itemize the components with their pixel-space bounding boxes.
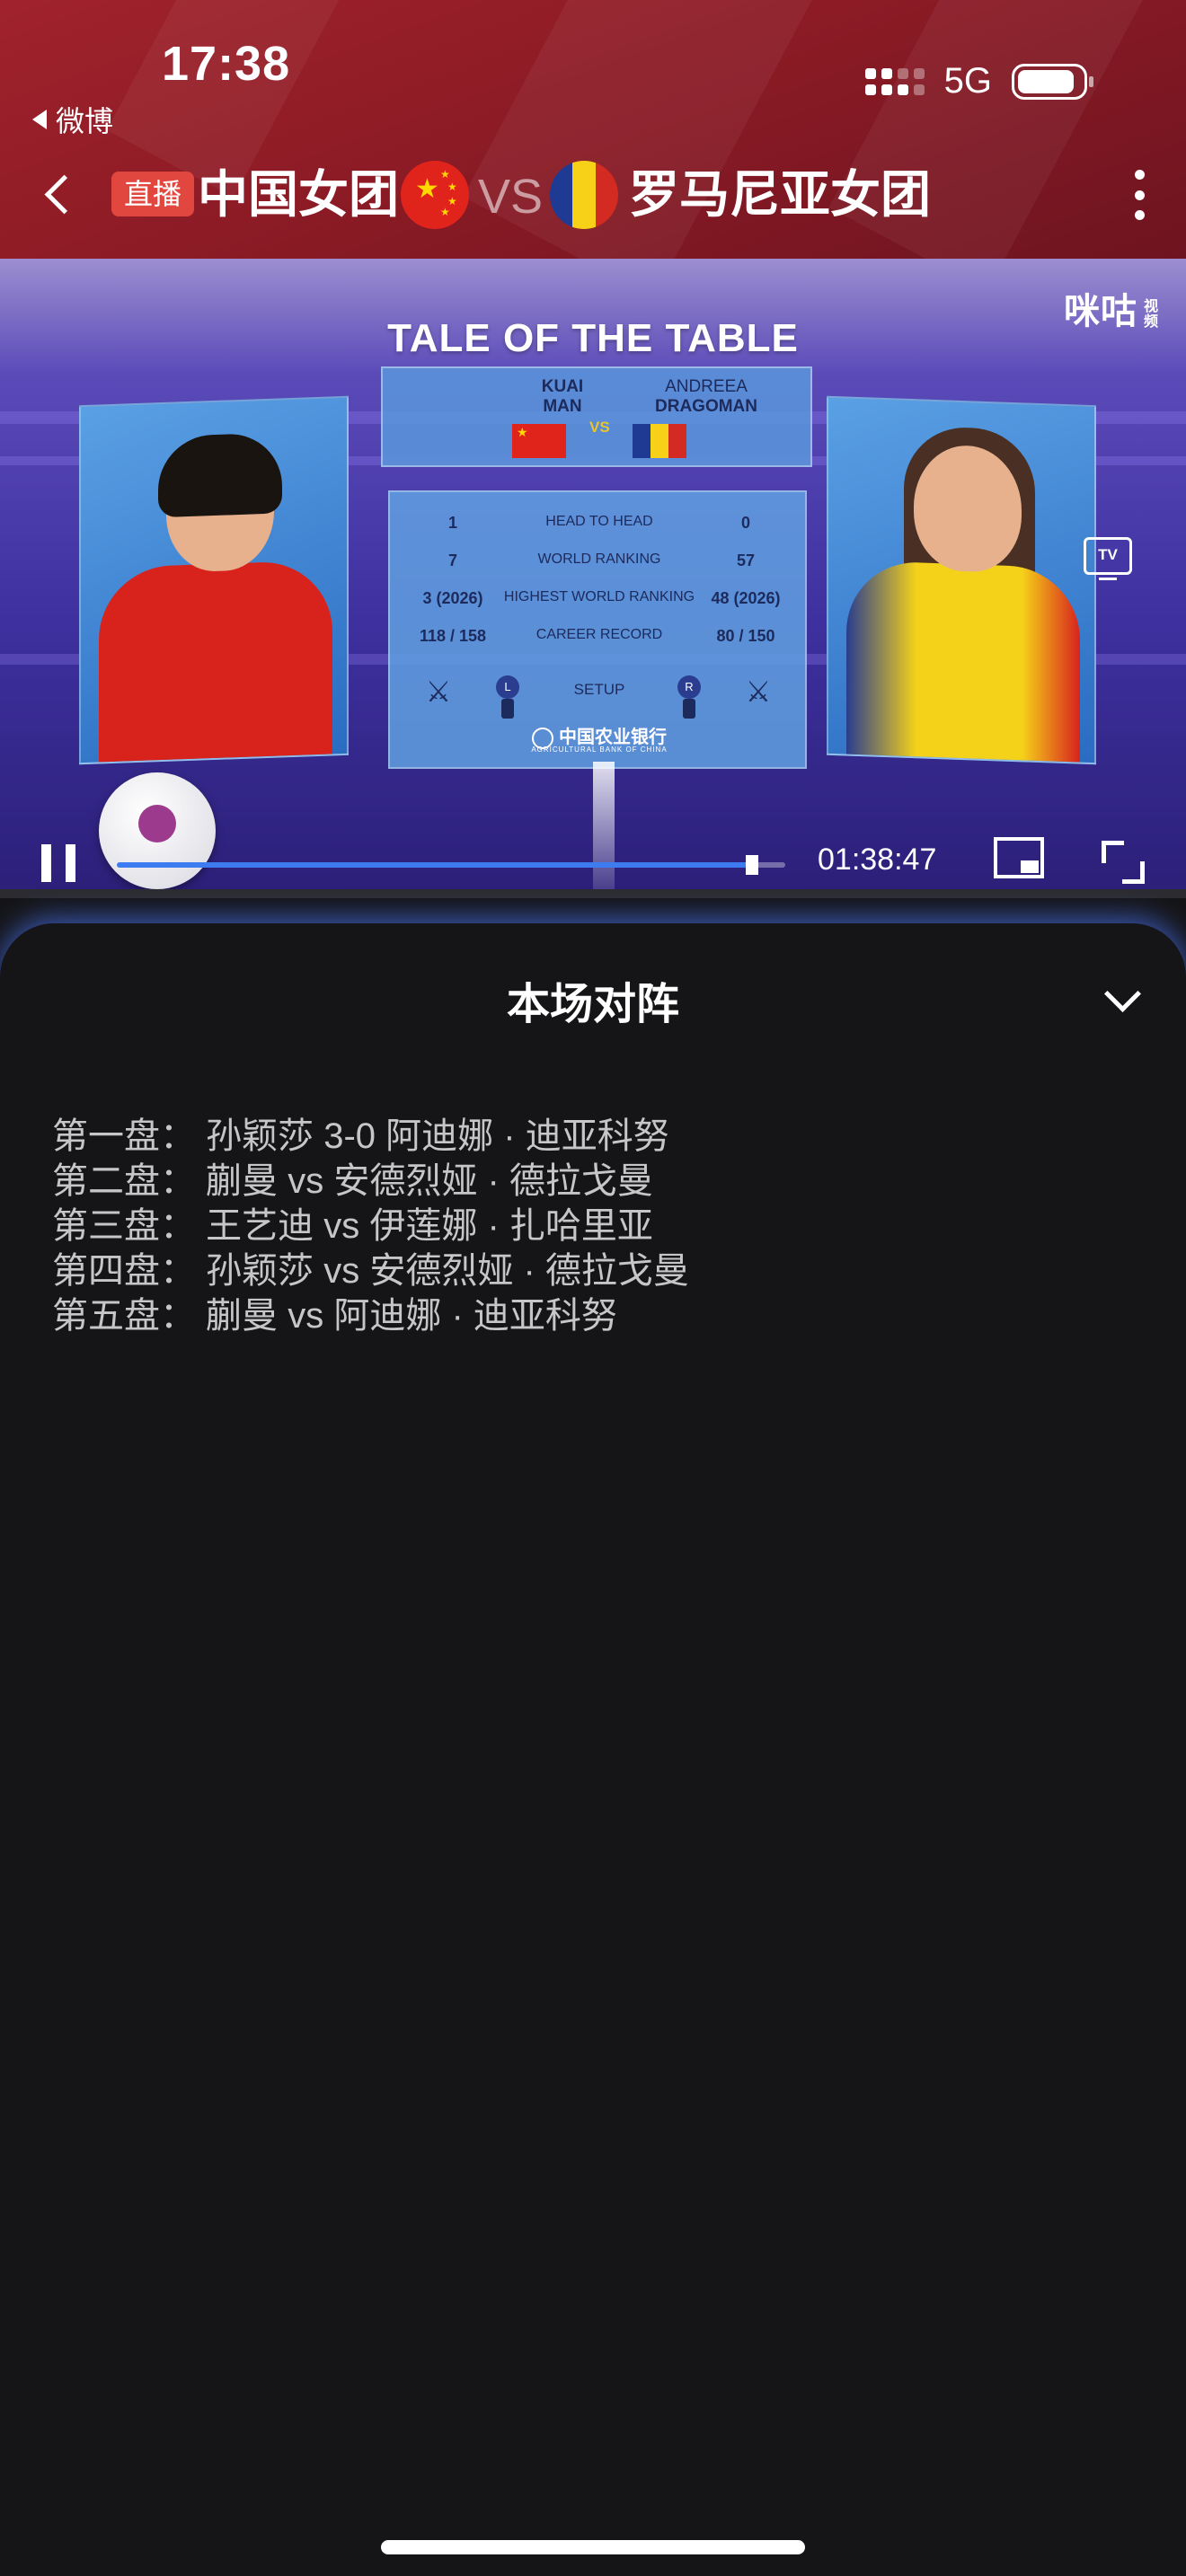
match-item: 第二盘： 蒯曼 vs 安德烈娅 · 德拉戈曼 [52, 1161, 653, 1201]
progress-knob[interactable] [745, 855, 758, 875]
picture-in-picture-button[interactable] [994, 837, 1044, 878]
team-a-name: 中国女团 [198, 166, 399, 223]
racket-handle-icon [683, 699, 695, 719]
romania-flag-icon [550, 161, 618, 229]
sheet-title: 本场对阵 [506, 981, 679, 1028]
app-header: 17:38 微博 5G 直播 中国女团 ★ ★ ★ ★ ★ VS 罗马尼亚女团 [0, 0, 1186, 259]
player-left-photo [79, 395, 349, 765]
video-bottom-edge [0, 889, 1186, 898]
sponsor-subtitle: AGRICULTURAL BANK OF CHINA [531, 745, 668, 754]
team-b-name: 罗马尼亚女团 [629, 166, 931, 223]
crossed-paddles-icon: ⚔ [745, 675, 772, 708]
romania-flag-icon [633, 424, 686, 458]
racket-handle-icon [501, 699, 514, 719]
versus-label: VS [478, 170, 544, 224]
tv-cast-button[interactable]: TV [1084, 537, 1132, 580]
match-item: 第四盘： 孙颖莎 vs 安德烈娅 · 德拉戈曼 [52, 1251, 689, 1291]
setup-row: ⚔ L SETUP R ⚔ [390, 672, 809, 719]
cellular-signal-icon [864, 67, 925, 95]
pause-button[interactable] [41, 844, 75, 882]
fullscreen-button[interactable] [1102, 841, 1145, 884]
player-left-name: KUAI MAN [541, 377, 584, 416]
stats-panel: 1 HEAD TO HEAD 0 7 WORLD RANKING 57 3 (2… [388, 490, 807, 769]
status-time: 17:38 [162, 37, 291, 91]
player-right-photo [827, 395, 1096, 765]
live-badge: 直播 [111, 172, 195, 216]
setup-label: SETUP [573, 681, 625, 698]
player-names-panel: KUAI MAN VS ANDREEA DRAGOMAN [381, 366, 812, 467]
video-player[interactable]: TALE OF THE TABLE KUAI MAN VS ANDREEA DR… [0, 259, 1186, 898]
status-indicators: 5G [864, 61, 1093, 101]
home-indicator[interactable] [381, 2540, 805, 2554]
network-type: 5G [943, 61, 992, 101]
right-hand-badge: R [677, 675, 701, 699]
collapse-chevron-icon[interactable] [1103, 981, 1139, 1017]
progress-bar[interactable] [117, 855, 785, 875]
more-options-button[interactable] [1132, 170, 1146, 220]
graphic-title: TALE OF THE TABLE [387, 316, 799, 360]
stat-row: 3 (2026) HIGHEST WORLD RANKING 48 (2026) [422, 589, 781, 607]
match-item: 第一盘： 孙颖莎 3-0 阿迪娜 · 迪亚科努 [52, 1116, 669, 1156]
elapsed-time: 01:38:47 [818, 842, 937, 877]
china-flag-icon: ★ ★ ★ ★ ★ [401, 161, 469, 229]
progress-fill [117, 862, 752, 868]
back-to-app-link[interactable]: 微博 [32, 99, 113, 140]
graphic-vs: VS [589, 419, 610, 436]
match-item: 第五盘： 蒯曼 vs 阿迪娜 · 迪亚科努 [52, 1296, 617, 1336]
match-lineup-list: 第一盘： 孙颖莎 3-0 阿迪娜 · 迪亚科努 第二盘： 蒯曼 vs 安德烈娅 … [52, 1114, 1130, 1338]
stat-row: 7 WORLD RANKING 57 [447, 551, 756, 569]
china-flag-icon [512, 424, 566, 458]
stat-row: 1 HEAD TO HEAD 0 [447, 514, 750, 532]
match-item: 第三盘： 王艺迪 vs 伊莲娜 · 扎哈里亚 [52, 1206, 653, 1246]
crossed-paddles-icon: ⚔ [425, 675, 452, 708]
back-app-label: 微博 [56, 105, 114, 137]
back-button[interactable] [41, 173, 77, 215]
back-triangle-icon [32, 110, 47, 129]
migu-watermark: 咪咕 视频 [1064, 292, 1156, 331]
lineup-sheet: 本场对阵 第一盘： 孙颖莎 3-0 阿迪娜 · 迪亚科努 第二盘： 蒯曼 vs … [0, 923, 1186, 2576]
battery-icon [1012, 63, 1093, 100]
stat-row: 118 / 158 CAREER RECORD 80 / 150 [419, 627, 775, 645]
player-right-name: ANDREEA DRAGOMAN [655, 377, 757, 416]
live-nav-bar: 直播 中国女团 ★ ★ ★ ★ ★ VS 罗马尼亚女团 [0, 157, 1186, 231]
